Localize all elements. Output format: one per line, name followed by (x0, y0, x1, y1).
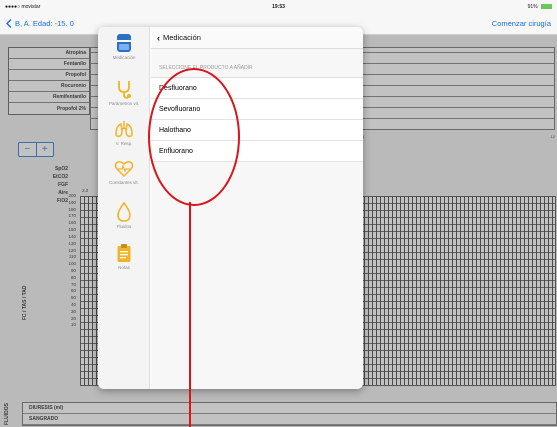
sidebar-item-fluids[interactable]: Fluidos (98, 202, 150, 229)
medication-popover: Medicación Parámetros vit. V. Resp. Cons… (98, 27, 363, 389)
sidebar-item-medication[interactable]: Medicación (98, 33, 150, 60)
medication-icon (117, 34, 131, 52)
patient-label: B, A. Edad: -15. 0 (15, 19, 74, 28)
sidebar-item-vital-signs[interactable]: Constantes vit. (98, 160, 150, 185)
stethoscope-icon (118, 81, 131, 99)
annotation-circle (148, 68, 240, 206)
sidebar-item-label: Parámetros vit. (108, 101, 140, 106)
back-button[interactable]: B, A. Edad: -15. 0 (6, 19, 74, 28)
sidebar-item-label: Constantes vit. (109, 180, 139, 185)
sidebar-item-vital-params[interactable]: Parámetros vit. (98, 79, 150, 106)
chevron-left-icon (6, 19, 12, 28)
clipboard-icon (117, 244, 131, 262)
sidebar-item-notes[interactable]: Notas (98, 243, 150, 270)
status-bar: ●●●●○ movistar 19:53 91% (0, 0, 557, 13)
chevron-left-icon[interactable]: ‹ (157, 33, 160, 43)
sidebar-item-label: Notas (118, 265, 130, 270)
sidebar-item-label: V. Resp. (115, 141, 133, 146)
popover-title[interactable]: Medicación (163, 33, 201, 42)
heart-pulse-icon (114, 161, 134, 178)
start-surgery-button[interactable]: Comenzar cirugía (492, 19, 551, 28)
sidebar-item-respiratory[interactable]: V. Resp. (98, 119, 150, 146)
popover-header: ‹ Medicación (151, 27, 363, 49)
sidebar-item-label: Fluidos (116, 224, 132, 229)
sidebar-item-label: Medicación (112, 55, 136, 60)
clock: 19:53 (272, 3, 285, 10)
lungs-icon (115, 121, 133, 137)
category-sidebar: Medicación Parámetros vit. V. Resp. Cons… (98, 27, 150, 389)
drop-icon (117, 202, 131, 222)
annotation-pointer-line (189, 202, 191, 427)
